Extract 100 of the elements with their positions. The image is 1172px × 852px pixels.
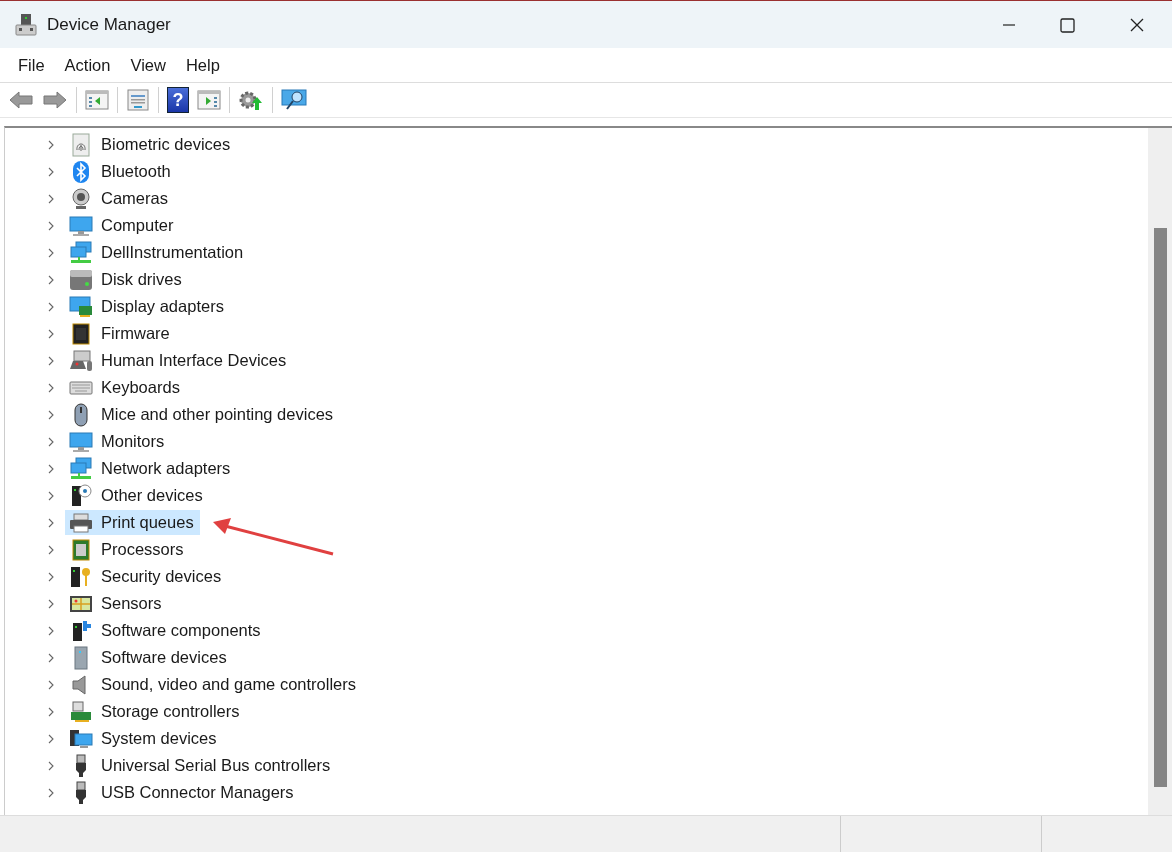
tree-item[interactable]: Firmware bbox=[65, 321, 176, 346]
tree-item[interactable]: Human Interface Devices bbox=[65, 348, 293, 373]
chevron-icon[interactable] bbox=[47, 490, 55, 501]
chevron-icon[interactable] bbox=[47, 139, 55, 150]
processor-icon bbox=[69, 537, 93, 562]
tree-item[interactable]: Disk drives bbox=[65, 267, 188, 292]
chevron-icon[interactable] bbox=[47, 652, 55, 663]
tree-item-label: Monitors bbox=[101, 432, 165, 451]
tree-item-label: USB Connector Managers bbox=[101, 783, 294, 802]
window-title: Device Manager bbox=[47, 14, 171, 35]
chevron-icon[interactable] bbox=[47, 760, 55, 771]
network-icon bbox=[69, 240, 93, 265]
tree-item[interactable]: Monitors bbox=[65, 429, 171, 454]
tree-item[interactable]: DellInstrumentation bbox=[65, 240, 250, 265]
tree-item[interactable]: Network adapters bbox=[65, 456, 237, 481]
menu-item[interactable]: View bbox=[120, 55, 176, 75]
tree-item-label: Computer bbox=[101, 216, 174, 235]
gamepad-keyboard-icon bbox=[69, 348, 93, 373]
tree-item[interactable]: Security devices bbox=[65, 564, 228, 589]
tree-item[interactable]: USB Connector Managers bbox=[65, 780, 300, 805]
chevron-icon[interactable] bbox=[47, 679, 55, 690]
tree-item[interactable]: Bluetooth bbox=[65, 159, 177, 184]
chevron-icon[interactable] bbox=[47, 463, 55, 474]
tree-item[interactable]: Keyboards bbox=[65, 375, 186, 400]
chevron-icon[interactable] bbox=[47, 625, 55, 636]
chevron-icon[interactable] bbox=[47, 247, 55, 258]
chevron-icon[interactable] bbox=[47, 274, 55, 285]
tree-item-label: Other devices bbox=[101, 486, 203, 505]
tree-item[interactable]: Software components bbox=[65, 618, 267, 643]
chevron-icon[interactable] bbox=[47, 166, 55, 177]
pane-icon[interactable] bbox=[197, 89, 221, 111]
tree-item-label: Sound, video and game controllers bbox=[101, 675, 356, 694]
question-device-icon bbox=[69, 483, 93, 508]
tree-item-label: System devices bbox=[101, 729, 217, 748]
tree-item[interactable]: Sound, video and game controllers bbox=[65, 672, 362, 697]
tree-item-label: Software components bbox=[101, 621, 261, 640]
tree-item[interactable]: Biometric devices bbox=[65, 132, 237, 157]
tree-item-label: Human Interface Devices bbox=[101, 351, 287, 370]
chevron-icon[interactable] bbox=[47, 544, 55, 555]
pane-icon[interactable] bbox=[85, 89, 109, 111]
tree-item[interactable]: Storage controllers bbox=[65, 699, 246, 724]
key-device-icon bbox=[69, 564, 93, 589]
menu-item[interactable]: File bbox=[8, 55, 55, 75]
tree-item-label: Processors bbox=[101, 540, 184, 559]
tree-item-label: Universal Serial Bus controllers bbox=[101, 756, 331, 775]
chevron-icon[interactable] bbox=[47, 571, 55, 582]
chevron-icon[interactable] bbox=[47, 301, 55, 312]
disk-drive-icon bbox=[69, 267, 93, 292]
chevron-icon[interactable] bbox=[47, 355, 55, 366]
chevron-icon[interactable] bbox=[47, 382, 55, 393]
fingerprint-icon bbox=[69, 132, 93, 157]
device-icon bbox=[15, 12, 37, 37]
chevron-icon[interactable] bbox=[47, 787, 55, 798]
tree-item-label: Disk drives bbox=[101, 270, 182, 289]
tree-item[interactable]: System devices bbox=[65, 726, 223, 751]
forward-arrow-icon[interactable] bbox=[42, 89, 68, 111]
tree-item-label: Storage controllers bbox=[101, 702, 240, 721]
tree-item[interactable]: Universal Serial Bus controllers bbox=[65, 753, 337, 778]
tree-item-label: Firmware bbox=[101, 324, 170, 343]
tree-item[interactable]: Sensors bbox=[65, 591, 168, 616]
tree-item[interactable]: Mice and other pointing devices bbox=[65, 402, 340, 427]
monitor-search-icon[interactable] bbox=[281, 88, 309, 112]
tree-item-label: DellInstrumentation bbox=[101, 243, 244, 262]
tree-item[interactable]: Processors bbox=[65, 537, 190, 562]
chevron-icon[interactable] bbox=[47, 193, 55, 204]
chevron-icon[interactable] bbox=[47, 517, 55, 528]
menu-item[interactable]: Action bbox=[54, 55, 121, 75]
webcam-icon bbox=[69, 186, 93, 211]
menu-item[interactable]: Help bbox=[175, 55, 230, 75]
tree-item-label: Biometric devices bbox=[101, 135, 231, 154]
tree-item[interactable]: Other devices bbox=[65, 483, 209, 508]
tree-item[interactable]: Display adapters bbox=[65, 294, 230, 319]
tree-item-label: Bluetooth bbox=[101, 162, 171, 181]
tree-item-label: Cameras bbox=[101, 189, 168, 208]
monitor-icon bbox=[69, 429, 93, 454]
tree-item[interactable]: Computer bbox=[65, 213, 180, 238]
chevron-icon[interactable] bbox=[47, 409, 55, 420]
help-icon[interactable]: ? bbox=[167, 87, 189, 113]
printer-icon bbox=[69, 510, 93, 535]
properties-icon[interactable] bbox=[126, 89, 150, 111]
storage-card-icon bbox=[69, 699, 93, 724]
tree-item-label: Mice and other pointing devices bbox=[101, 405, 334, 424]
chevron-icon[interactable] bbox=[47, 220, 55, 231]
chevron-icon[interactable] bbox=[47, 436, 55, 447]
scrollbar-thumb[interactable] bbox=[1154, 228, 1167, 787]
display-card-icon bbox=[69, 294, 93, 319]
chevron-icon[interactable] bbox=[47, 706, 55, 717]
tree-item-label: Sensors bbox=[101, 594, 162, 613]
tree-item-label: Software devices bbox=[101, 648, 227, 667]
tree-item-label: Keyboards bbox=[101, 378, 180, 397]
tree-item[interactable]: Software devices bbox=[65, 645, 233, 670]
tree-item[interactable]: Cameras bbox=[65, 186, 174, 211]
tree-item[interactable]: Print queues bbox=[65, 510, 200, 535]
chevron-icon[interactable] bbox=[47, 328, 55, 339]
back-arrow-icon[interactable] bbox=[8, 89, 34, 111]
tree-item-label: Display adapters bbox=[101, 297, 224, 316]
tree-item-label: Print queues bbox=[101, 513, 194, 532]
chevron-icon[interactable] bbox=[47, 598, 55, 609]
network-icon bbox=[69, 456, 93, 481]
chevron-icon[interactable] bbox=[47, 733, 55, 744]
